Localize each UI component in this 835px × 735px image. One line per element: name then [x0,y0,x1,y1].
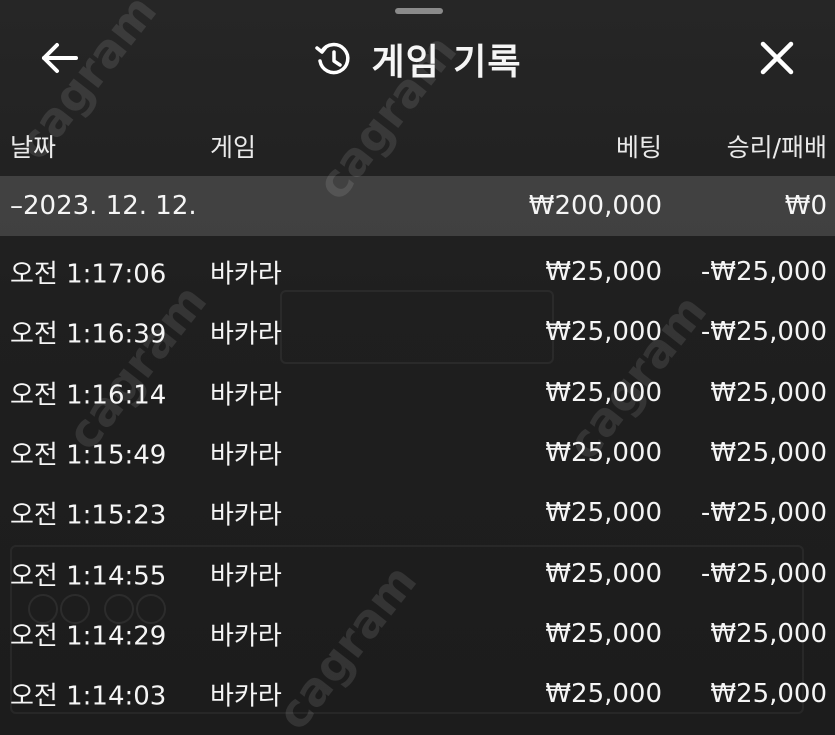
row-bet: ₩25,000 [545,377,662,408]
table-row[interactable]: 오전 1:16:39 바카라 ₩25,000 -₩25,000 [0,302,835,362]
back-button[interactable] [36,36,84,80]
row-bet: ₩25,000 [545,498,662,529]
row-game: 바카라 [210,500,282,531]
column-header-result[interactable]: 승리/패배 [727,128,827,164]
row-time: 오전 1:16:39 [10,319,167,350]
group-result-total: ₩0 [784,191,827,221]
group-bet-total: ₩200,000 [528,191,662,221]
row-time: 오전 1:14:55 [10,561,167,592]
row-bet: ₩25,000 [545,558,662,589]
row-result: ₩25,000 [710,618,827,649]
date-group-row[interactable]: –2023. 12. 12. ₩200,000 ₩0 [0,176,835,236]
row-bet: ₩25,000 [545,317,662,348]
row-game: 바카라 [210,621,282,652]
row-result: ₩25,000 [710,679,827,710]
row-bet: ₩25,000 [545,618,662,649]
row-bet: ₩25,000 [545,438,662,469]
row-result: ₩25,000 [710,438,827,469]
history-icon [315,42,350,75]
row-time: 오전 1:15:49 [10,440,167,471]
table-row[interactable]: 오전 1:17:06 바카라 ₩25,000 -₩25,000 [0,242,835,302]
column-header-bet[interactable]: 베팅 [616,128,662,164]
close-button[interactable] [752,36,802,80]
table-row[interactable]: 오전 1:14:03 바카라 ₩25,000 ₩25,000 [0,664,835,724]
row-time: 오전 1:16:14 [10,380,167,411]
row-game: 바카라 [210,259,282,290]
row-bet: ₩25,000 [545,257,662,288]
header: 게임 기록 [0,20,835,98]
close-icon [760,41,794,75]
table-row[interactable]: 오전 1:15:23 바카라 ₩25,000 -₩25,000 [0,483,835,543]
row-result: -₩25,000 [700,317,827,348]
row-result: ₩25,000 [710,377,827,408]
row-time: 오전 1:14:29 [10,621,167,652]
row-game: 바카라 [210,561,282,592]
table-row[interactable]: 오전 1:15:49 바카라 ₩25,000 ₩25,000 [0,423,835,483]
table-header: 날짜 게임 베팅 승리/패배 [0,120,835,172]
row-time: 오전 1:17:06 [10,259,167,290]
row-bet: ₩25,000 [545,679,662,710]
page-title: 게임 기록 [371,42,522,83]
row-result: -₩25,000 [700,257,827,288]
row-game: 바카라 [210,380,282,411]
history-list: 오전 1:17:06 바카라 ₩25,000 -₩25,000 오전 1:16:… [0,242,835,724]
column-header-game[interactable]: 게임 [210,128,256,164]
row-time: 오전 1:15:23 [10,500,167,531]
group-date: –2023. 12. 12. [10,191,197,221]
row-game: 바카라 [210,440,282,471]
row-game: 바카라 [210,319,282,350]
arrow-left-icon [42,43,78,73]
row-result: -₩25,000 [700,558,827,589]
game-history-sheet: 게임 기록 날짜 게임 베팅 승리/패배 –2023. 12. 12. ₩200… [0,0,835,735]
title-group: 게임 기록 [0,20,835,98]
sheet-grab-handle[interactable] [395,8,443,14]
row-time: 오전 1:14:03 [10,681,167,712]
row-game: 바카라 [210,681,282,712]
column-header-date[interactable]: 날짜 [10,128,56,164]
table-row[interactable]: 오전 1:14:29 바카라 ₩25,000 ₩25,000 [0,604,835,664]
table-row[interactable]: 오전 1:16:14 바카라 ₩25,000 ₩25,000 [0,363,835,423]
row-result: -₩25,000 [700,498,827,529]
table-row[interactable]: 오전 1:14:55 바카라 ₩25,000 -₩25,000 [0,543,835,603]
